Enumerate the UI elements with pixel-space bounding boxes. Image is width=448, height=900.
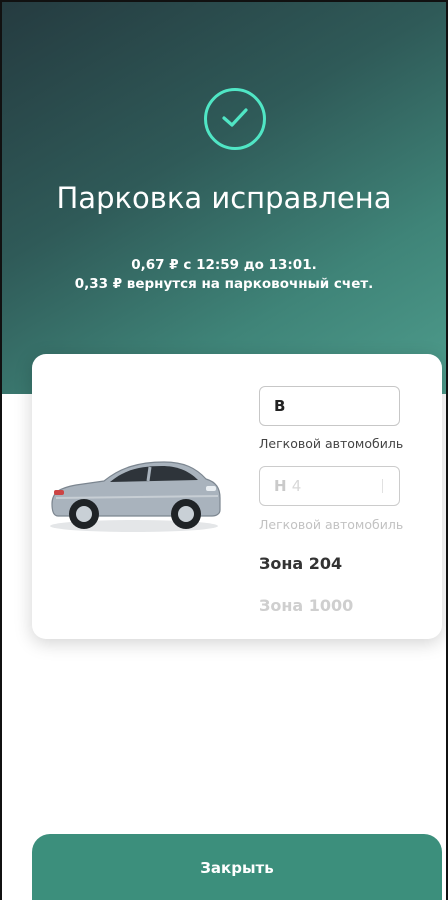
parking-card: В Легковой автомобиль Н 4 Легковой автом… (32, 354, 442, 639)
vehicle-plate-field[interactable]: В (259, 386, 400, 426)
vehicle-plate-field[interactable]: Н 4 (259, 466, 400, 506)
plate-text: В (274, 397, 286, 415)
plate-divider (382, 479, 383, 493)
zone-option[interactable]: Зона 204 (259, 554, 342, 573)
check-circle-icon (204, 88, 266, 150)
plate-text-tail: 4 (291, 477, 302, 495)
zone-option[interactable]: Зона 1000 (259, 596, 353, 615)
close-button[interactable]: Закрыть (32, 834, 442, 900)
refund-info: 0,33 ₽ вернутся на парковочный счет. (74, 276, 374, 292)
vehicle-type-label: Легковой автомобиль (259, 436, 404, 451)
status-header: Парковка исправлена 0,67 ₽ с 12:59 до 13… (2, 2, 446, 394)
status-details: 0,67 ₽ с 12:59 до 13:01. 0,33 ₽ вернутся… (2, 256, 446, 294)
charge-info: 0,67 ₽ с 12:59 до 13:01. (131, 257, 317, 273)
sedan-car-icon (46, 446, 222, 540)
app-screen: Парковка исправлена 0,67 ₽ с 12:59 до 13… (0, 0, 448, 900)
status-title: Парковка исправлена (56, 181, 392, 215)
vehicle-type-label: Легковой автомобиль (259, 517, 404, 532)
plate-text: Н (274, 477, 287, 495)
